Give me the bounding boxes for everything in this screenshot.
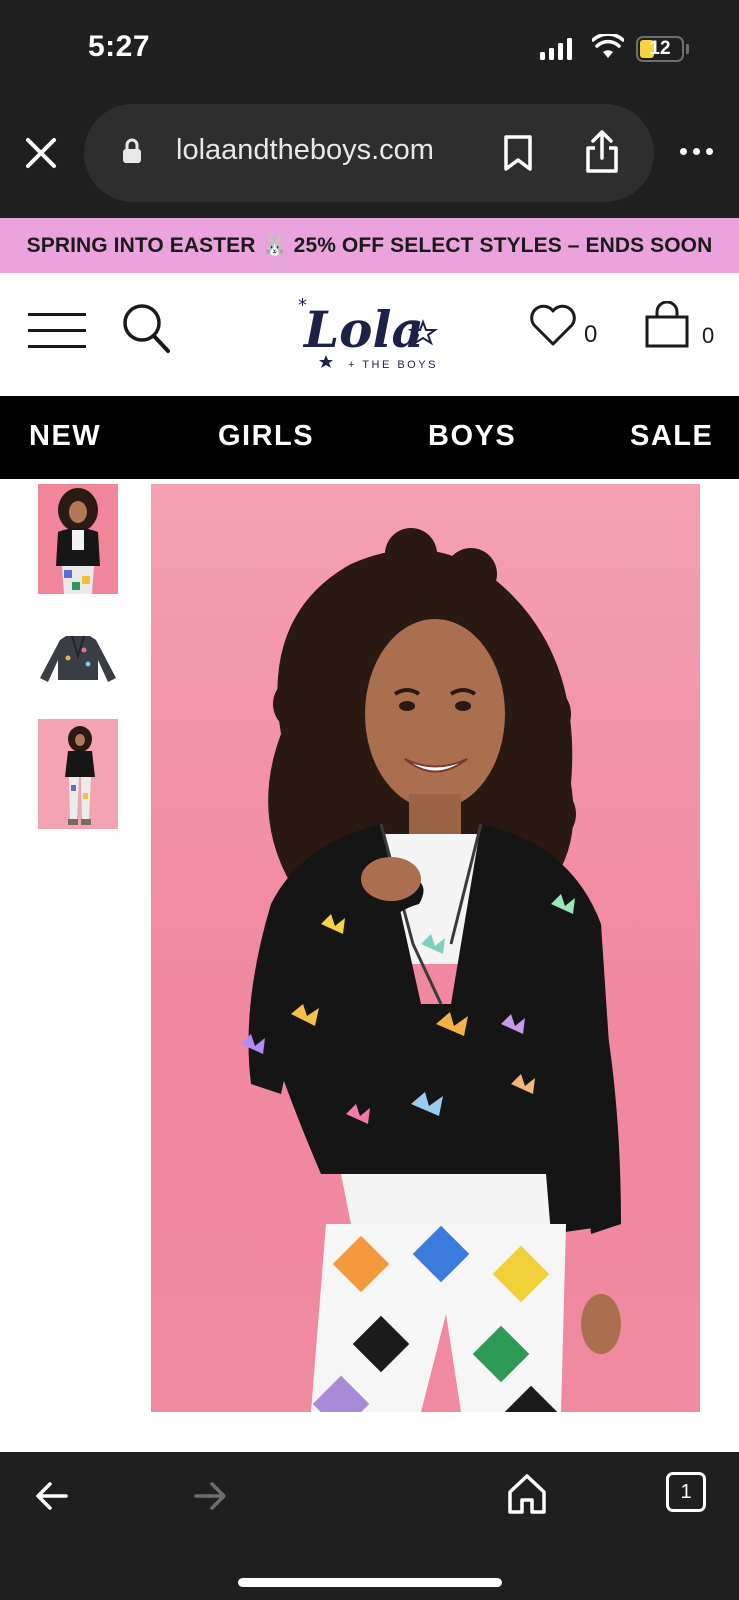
main-product-image[interactable] (151, 484, 700, 1412)
signal-icon (540, 38, 572, 60)
logo-script: Lola (302, 300, 424, 359)
lock-icon (123, 138, 141, 163)
wifi-icon (592, 34, 624, 58)
thumbnail-2[interactable] (38, 602, 118, 712)
tabs-icon[interactable]: 1 (666, 1472, 706, 1512)
browser-chrome: 5:27 12 lolaandtheboys.com (0, 0, 739, 218)
bag-icon[interactable] (644, 301, 690, 349)
battery-icon: 12 (636, 36, 684, 62)
close-icon[interactable] (22, 134, 60, 172)
browser-toolbar: 1 (0, 1452, 739, 1600)
nav-item-new[interactable]: NEW (29, 420, 101, 453)
url-bar[interactable]: lolaandtheboys.com (84, 104, 654, 202)
url-text[interactable]: lolaandtheboys.com (176, 134, 434, 167)
share-icon[interactable] (584, 130, 620, 174)
forward-arrow-icon[interactable] (192, 1478, 228, 1514)
status-time: 5:27 (88, 30, 151, 63)
wishlist-count: 0 (584, 321, 598, 348)
more-icon[interactable] (680, 148, 713, 155)
thumbnail-1[interactable] (38, 484, 118, 594)
promo-banner[interactable]: SPRING INTO EASTER 🐰 25% OFF SELECT STYL… (0, 218, 739, 273)
battery-cap (686, 44, 689, 54)
menu-icon[interactable] (28, 313, 86, 351)
cart-count: 0 (702, 323, 715, 348)
heart-icon[interactable] (528, 303, 578, 347)
site-header: * Lola + THE BOYS 0 0 (0, 273, 739, 396)
site-logo[interactable]: * Lola + THE BOYS (290, 285, 450, 383)
battery-level: 12 (649, 38, 671, 59)
thumbnail-3[interactable] (38, 719, 118, 829)
bookmark-icon[interactable] (502, 134, 534, 172)
logo-tagline: + THE BOYS (348, 359, 438, 371)
home-indicator[interactable] (238, 1578, 502, 1587)
nav-item-sale[interactable]: SALE (630, 420, 713, 453)
category-nav: NEW GIRLS BOYS SALE (0, 396, 739, 479)
promo-text: SPRING INTO EASTER 🐰 25% OFF SELECT STYL… (26, 233, 713, 257)
back-arrow-icon[interactable] (34, 1478, 70, 1514)
home-icon[interactable] (506, 1472, 548, 1516)
nav-item-girls[interactable]: GIRLS (218, 420, 314, 453)
search-icon[interactable] (120, 301, 172, 355)
nav-item-boys[interactable]: BOYS (428, 420, 516, 453)
